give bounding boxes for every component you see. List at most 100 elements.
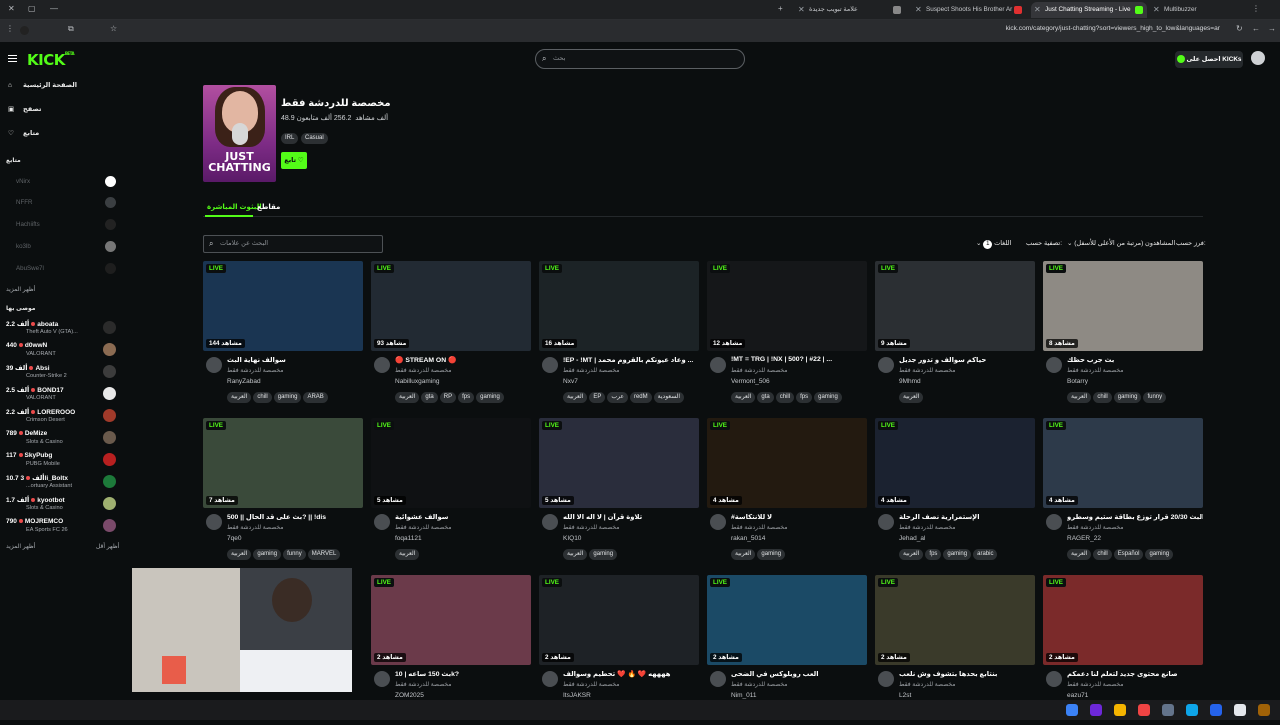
recommended-channel[interactable]: 790 MOJREMCO EA Sports FC 26 [6,518,116,536]
stream-tag[interactable]: redM [629,392,652,403]
stream-tag[interactable]: العربية [899,392,924,403]
stream-card[interactable]: LIVE 4 مشاهد #لا للانتكاسة مخصصة للدردشة فق… [707,418,867,568]
tab-close-icon[interactable]: ✕ [798,2,805,18]
stream-tag[interactable]: gaming [253,549,282,560]
stream-category[interactable]: مخصصة للدردشة فقط [1067,681,1123,688]
category-tag[interactable]: Casual [301,133,328,144]
stream-card[interactable]: LIVE 8 مشاهد بث جرب حظك مخصصة للدردشة فقط Bo… [1043,261,1203,411]
stream-thumbnail[interactable]: LIVE 8 مشاهد [1043,261,1203,351]
show-more-link[interactable]: أظهر المزيد [6,543,35,550]
stream-title[interactable]: البث 20/30 قرار توزع بطاقة ستيم وسطرو... [1067,513,1203,521]
stream-tag[interactable]: العربية [1067,549,1092,560]
bookmark-icon[interactable]: ☆ [110,24,117,33]
stream-tag[interactable]: Español [1113,549,1144,560]
stream-thumbnail[interactable]: LIVE 2 مشاهد [371,575,531,665]
user-avatar[interactable] [1251,51,1265,65]
stream-thumbnail[interactable]: LIVE 16 مشاهد [539,261,699,351]
stream-thumbnail[interactable]: LIVE 4 مشاهد [1043,418,1203,508]
stream-thumbnail[interactable]: LIVE 2 مشاهد [1043,575,1203,665]
following-channel[interactable]: vNirx [16,176,116,187]
taskbar-app-icon[interactable] [1162,704,1174,716]
taskbar-app-icon[interactable] [1186,704,1198,716]
stream-title[interactable]: بث على قد الحال || 500? || !dis [227,513,363,521]
recommended-channel[interactable]: 39 ألف Absi Counter-Strike 2 [6,364,116,382]
stream-tag[interactable]: gta [757,392,774,403]
avatar[interactable] [710,514,726,530]
stream-category[interactable]: مخصصة للدردشة فقط [563,367,619,374]
streamer-name[interactable]: RAGER_22 [1067,535,1101,542]
stream-thumbnail[interactable]: LIVE 12 مشاهد [707,261,867,351]
stream-tag[interactable]: chill [253,392,272,403]
stream-tag[interactable]: العربية [899,549,924,560]
stream-thumbnail[interactable]: LIVE 2 مشاهد [875,575,1035,665]
search-input[interactable]: ⌕ بحث [535,49,745,69]
stream-title[interactable]: العب روبلوكس في الضحى [731,670,867,678]
avatar[interactable] [542,357,558,373]
kick-logo[interactable]: KICKBETA [27,51,75,69]
follow-button[interactable]: تابع ♡ [281,152,307,169]
more-icon[interactable]: ⋮ [6,24,14,33]
stream-tag[interactable]: gaming [943,549,972,560]
stream-tag[interactable]: gaming [1145,549,1174,560]
maximize-window-icon[interactable]: ▢ [28,4,36,13]
stream-title[interactable]: الإستمرارية نصف الرحلة [899,513,1035,521]
recommended-channel[interactable]: 440 d0wwN VALORANT [6,342,116,360]
avatar[interactable] [1046,357,1062,373]
picture-in-picture-video[interactable] [132,568,352,692]
stream-thumbnail[interactable]: LIVE 93 مشاهد [371,261,531,351]
streamer-name[interactable]: KIQ10 [563,535,581,542]
stream-card[interactable]: LIVE 93 مشاهد 🔴 STREAM ON 🔴 مخصصة للدردشة ف… [371,261,531,411]
streamer-name[interactable]: Nim_011 [731,692,757,699]
stream-tag[interactable]: العربية [395,392,420,403]
sidebar-item-following[interactable]: ♡ متابع [8,129,39,137]
stream-tag[interactable]: fps [925,549,942,560]
stream-tag[interactable]: gaming [1113,392,1142,403]
streamer-name[interactable]: Vermont_506 [731,378,770,385]
stream-category[interactable]: مخصصة للدردشة فقط [731,367,787,374]
stream-tag[interactable]: fps [796,392,813,403]
stream-title[interactable]: حياكم سوالف و تدور جديل [899,356,1035,364]
stream-category[interactable]: مخصصة للدردشة فقط [1067,367,1123,374]
stream-title[interactable]: تلاوة قرآن | لا اله الا الله [563,513,699,521]
stream-title[interactable]: بث جرب حظك [1067,356,1203,364]
stream-tag[interactable]: chill [775,392,795,403]
minimize-window-icon[interactable]: — [50,4,58,13]
recommended-channel[interactable]: 117 SkyPubg PUBG Mobile [6,452,116,470]
streamer-name[interactable]: Nxv7 [563,378,578,385]
stream-category[interactable]: مخصصة للدردشة فقط [731,524,787,531]
stream-thumbnail[interactable]: LIVE 5 مشاهد [371,418,531,508]
new-tab-icon[interactable]: + [778,4,783,13]
sidebar-item-home[interactable]: ⌂ الصفحة الرئيسية [8,81,77,89]
avatar[interactable] [878,357,894,373]
stream-tag[interactable]: funny [1143,392,1167,403]
stream-tag[interactable]: عرب [607,392,628,403]
show-more-link[interactable]: أظهر المزيد [6,286,35,293]
stream-tag[interactable]: العربية [563,549,588,560]
stream-category[interactable]: مخصصة للدردشة فقط [899,524,955,531]
stream-tag[interactable]: العربية [731,392,756,403]
stream-tag[interactable]: MARVEL [307,549,341,560]
stream-category[interactable]: مخصصة للدردشة فقط [395,367,451,374]
stream-title[interactable]: 🔴 STREAM ON 🔴 [395,356,531,364]
chrome-icon[interactable] [1114,704,1126,716]
streamer-name[interactable]: rakan_5014 [731,535,765,542]
stream-category[interactable]: مخصصة للدردشة فقط [227,524,283,531]
stream-title[interactable]: سوالف عشوائية [395,513,531,521]
stream-title[interactable]: سوالف نهاية البث [227,356,363,364]
stream-title[interactable]: !MT = TRG | !NX | 500? | #22 | ... [731,356,867,363]
stream-thumbnail[interactable]: LIVE 144 مشاهد [203,261,363,351]
avatar[interactable] [878,671,894,687]
stream-thumbnail[interactable]: LIVE 4 مشاهد [707,418,867,508]
close-window-icon[interactable]: ✕ [8,4,15,13]
stream-tag[interactable]: gaming [814,392,842,403]
get-kicks-button[interactable]: احصل على KICKs [1175,51,1243,68]
url-text[interactable]: kick.com/category/just-chatting?sort=vie… [1006,25,1220,32]
recommended-channel[interactable]: 10.7 ألف3li_Boltx ...ortuary Assistant [6,474,116,492]
tab-live[interactable]: البثوث المباشرة [207,203,262,211]
stream-title[interactable]: !EP - !MT | وعاد عيونكم بالقروم محمد ... [563,356,699,364]
following-channel[interactable]: NFFR [16,197,116,208]
stream-category[interactable]: مخصصة للدردشة فقط [563,681,619,688]
stream-tag[interactable]: العربية [1067,392,1092,403]
streamer-name[interactable]: 7qe0 [227,535,241,542]
tab-close-icon[interactable]: ✕ [1034,2,1041,18]
